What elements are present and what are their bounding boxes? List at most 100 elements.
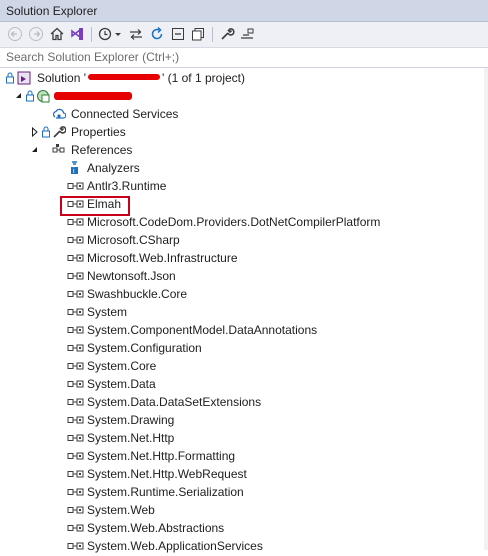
reference-row[interactable]: System.Runtime.Serialization	[0, 483, 488, 501]
reference-row[interactable]: System.ComponentModel.DataAnnotations	[0, 321, 488, 339]
sync-icon[interactable]	[127, 25, 145, 43]
analyzers-icon: i	[68, 161, 82, 175]
reference-row[interactable]: System.Drawing	[0, 411, 488, 429]
solution-icon	[17, 71, 31, 85]
assembly-reference-icon	[67, 233, 84, 247]
assembly-reference-icon	[67, 539, 84, 553]
reference-row[interactable]: System.Data.DataSetExtensions	[0, 393, 488, 411]
refresh-icon[interactable]	[148, 25, 166, 43]
solution-label: Solution ' ' (1 of 1 project)	[37, 71, 245, 85]
reference-row[interactable]: Microsoft.Web.Infrastructure	[0, 249, 488, 267]
project-row[interactable]	[0, 87, 488, 105]
history-icon[interactable]	[96, 25, 114, 43]
toolbar	[0, 22, 488, 48]
cloud-connected-icon	[52, 107, 67, 121]
reference-row[interactable]: System.Net.Http.WebRequest	[0, 465, 488, 483]
redacted-project-name	[54, 92, 132, 100]
reference-row[interactable]: System.Web	[0, 501, 488, 519]
reference-row[interactable]: Antlr3.Runtime	[0, 177, 488, 195]
assembly-reference-icon	[67, 269, 84, 283]
references-row[interactable]: References	[0, 141, 488, 159]
assembly-reference-icon	[67, 251, 84, 265]
reference-label: System.Web.Abstractions	[87, 521, 225, 535]
properties-row[interactable]: Properties	[0, 123, 488, 141]
reference-row[interactable]: System.Web.Abstractions	[0, 519, 488, 537]
assembly-reference-icon	[67, 341, 84, 355]
assembly-reference-icon	[67, 179, 84, 193]
assembly-reference-icon	[67, 377, 84, 391]
expanded-arrow-icon	[31, 143, 39, 157]
vs-switch-icon[interactable]	[68, 25, 86, 43]
wrench-icon	[52, 125, 67, 139]
reference-label: System.Drawing	[87, 413, 175, 427]
collapsed-arrow-icon	[31, 125, 39, 139]
connected-services-label: Connected Services	[71, 107, 179, 121]
home-icon[interactable]	[48, 25, 66, 43]
connected-services-row[interactable]: Connected Services	[0, 105, 488, 123]
preview-icon[interactable]	[238, 25, 256, 43]
elmah-highlight-box	[60, 196, 130, 216]
search-input[interactable]	[0, 48, 476, 66]
reference-label: System.Configuration	[87, 341, 202, 355]
references-label: References	[71, 143, 133, 157]
lock-icon	[41, 125, 51, 139]
search-box[interactable]	[0, 48, 488, 68]
web-project-icon	[36, 89, 50, 103]
reference-label: Microsoft.CSharp	[87, 233, 180, 247]
redacted-solution-name	[86, 72, 162, 82]
reference-row[interactable]: System.Web.ApplicationServices	[0, 537, 488, 555]
reference-label: Newtonsoft.Json	[87, 269, 176, 283]
window-title: Solution Explorer	[6, 4, 98, 18]
reference-row[interactable]: System.Data	[0, 375, 488, 393]
reference-row[interactable]: Swashbuckle.Core	[0, 285, 488, 303]
assembly-reference-icon	[67, 431, 84, 445]
reference-label: System	[87, 305, 128, 319]
assembly-reference-icon	[67, 305, 84, 319]
assembly-reference-icon	[67, 413, 84, 427]
back-icon[interactable]	[6, 25, 24, 43]
reference-label: Swashbuckle.Core	[87, 287, 188, 301]
reference-row[interactable]: Microsoft.CSharp	[0, 231, 488, 249]
expanded-arrow-icon	[15, 89, 23, 103]
analyzers-row[interactable]: i Analyzers	[0, 159, 488, 177]
references-icon	[52, 143, 66, 157]
properties-label: Properties	[71, 125, 126, 139]
properties-wrench-icon[interactable]	[218, 25, 236, 43]
assembly-reference-icon	[67, 323, 84, 337]
reference-label: System.ComponentModel.DataAnnotations	[87, 323, 318, 337]
reference-row[interactable]: System.Configuration	[0, 339, 488, 357]
assembly-reference-icon	[67, 485, 84, 499]
solution-row[interactable]: Solution ' ' (1 of 1 project)	[0, 69, 488, 87]
assembly-reference-icon	[67, 359, 84, 373]
reference-label: Microsoft.Web.Infrastructure	[87, 251, 238, 265]
assembly-reference-icon	[67, 521, 84, 535]
reference-label: System.Data.DataSetExtensions	[87, 395, 262, 409]
reference-label: System.Net.Http.Formatting	[87, 449, 236, 463]
solution-suffix: ' (1 of 1 project)	[162, 71, 245, 85]
assembly-reference-icon	[67, 215, 84, 229]
reference-label: System.Net.Http.WebRequest	[87, 467, 247, 481]
reference-row[interactable]: System.Net.Http	[0, 429, 488, 447]
collapse-all-icon[interactable]	[169, 25, 187, 43]
solution-prefix: Solution '	[37, 71, 86, 85]
history-dropdown-icon[interactable]	[113, 25, 123, 43]
analyzers-label: Analyzers	[87, 161, 140, 175]
reference-label: Microsoft.CodeDom.Providers.DotNetCompil…	[87, 215, 381, 229]
reference-label: System.Core	[87, 359, 157, 373]
reference-label: System.Web.ApplicationServices	[87, 539, 263, 553]
title-bar: Solution Explorer	[0, 0, 488, 22]
reference-label: System.Web	[87, 503, 155, 517]
reference-label: System.Net.Http	[87, 431, 175, 445]
assembly-reference-icon	[67, 467, 84, 481]
assembly-reference-icon	[67, 287, 84, 301]
show-all-files-icon[interactable]	[189, 25, 207, 43]
reference-row[interactable]: Newtonsoft.Json	[0, 267, 488, 285]
reference-row[interactable]: System	[0, 303, 488, 321]
reference-label: Antlr3.Runtime	[87, 179, 167, 193]
forward-icon[interactable]	[27, 25, 45, 43]
assembly-reference-icon	[67, 503, 84, 517]
reference-row[interactable]: System.Core	[0, 357, 488, 375]
assembly-reference-icon	[67, 449, 84, 463]
lock-icon	[5, 71, 15, 85]
reference-row[interactable]: System.Net.Http.Formatting	[0, 447, 488, 465]
